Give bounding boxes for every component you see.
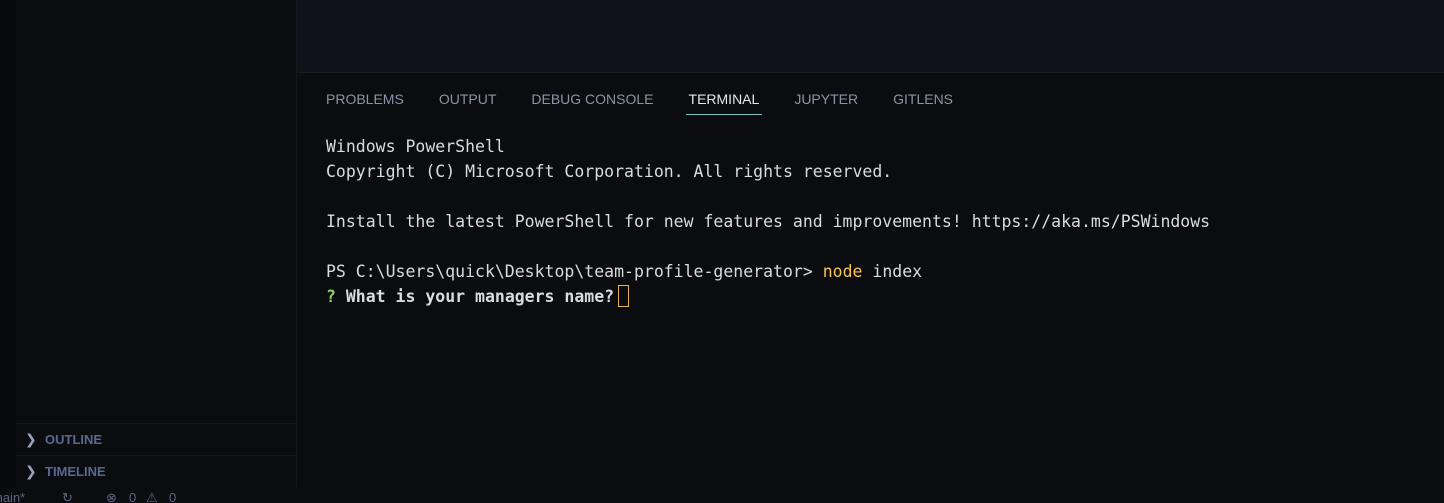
tab-jupyter[interactable]: JUPYTER — [794, 88, 858, 115]
terminal-line: Windows PowerShell — [326, 137, 505, 156]
bottom-panel: PROBLEMS OUTPUT DEBUG CONSOLE TERMINAL J… — [297, 74, 1444, 487]
prompt-path: PS C:\Users\quick\Desktop\team-profile-g… — [326, 262, 823, 281]
chevron-right-icon: ❯ — [25, 431, 37, 448]
terminal-line: Copyright (C) Microsoft Corporation. All… — [326, 162, 893, 181]
activity-bar — [0, 0, 16, 487]
question-mark: ? — [326, 287, 336, 306]
terminal-cursor[interactable] — [618, 285, 630, 307]
tab-debug-console[interactable]: DEBUG CONSOLE — [531, 88, 653, 115]
command: node — [822, 262, 863, 281]
status-bar: main* ↻ ⊗ 0 ⚠ 0 — [0, 487, 1444, 503]
tab-terminal[interactable]: TERMINAL — [685, 88, 763, 115]
warning-icon[interactable]: ⚠ — [146, 490, 158, 503]
error-count[interactable]: 0 — [129, 490, 136, 503]
command-args: index — [862, 262, 923, 281]
outline-section-header[interactable]: ❯ OUTLINE — [16, 423, 297, 455]
timeline-label: TIMELINE — [45, 464, 106, 479]
sync-icon[interactable]: ↻ — [62, 490, 73, 503]
editor-area — [297, 0, 1444, 73]
branch-indicator[interactable]: main* — [0, 490, 25, 503]
warning-count[interactable]: 0 — [169, 490, 176, 503]
question-line: ? What is your managers name? — [326, 284, 1210, 309]
sidebar: ❯ OUTLINE ❯ TIMELINE — [16, 0, 297, 487]
terminal-prompt-line: PS C:\Users\quick\Desktop\team-profile-g… — [326, 259, 1210, 284]
terminal-output[interactable]: Windows PowerShell Copyright (C) Microsof… — [326, 134, 1210, 309]
timeline-section-header[interactable]: ❯ TIMELINE — [16, 455, 297, 487]
tab-output[interactable]: OUTPUT — [439, 88, 497, 115]
tab-problems[interactable]: PROBLEMS — [326, 88, 404, 115]
question-text: What is your managers name? — [335, 287, 615, 306]
chevron-right-icon: ❯ — [25, 463, 37, 480]
tab-gitlens[interactable]: GITLENS — [893, 88, 953, 115]
outline-label: OUTLINE — [45, 432, 103, 447]
terminal-line: Install the latest PowerShell for new fe… — [326, 212, 1211, 231]
panel-tabs: PROBLEMS OUTPUT DEBUG CONSOLE TERMINAL J… — [326, 88, 988, 115]
error-icon[interactable]: ⊗ — [106, 490, 117, 503]
